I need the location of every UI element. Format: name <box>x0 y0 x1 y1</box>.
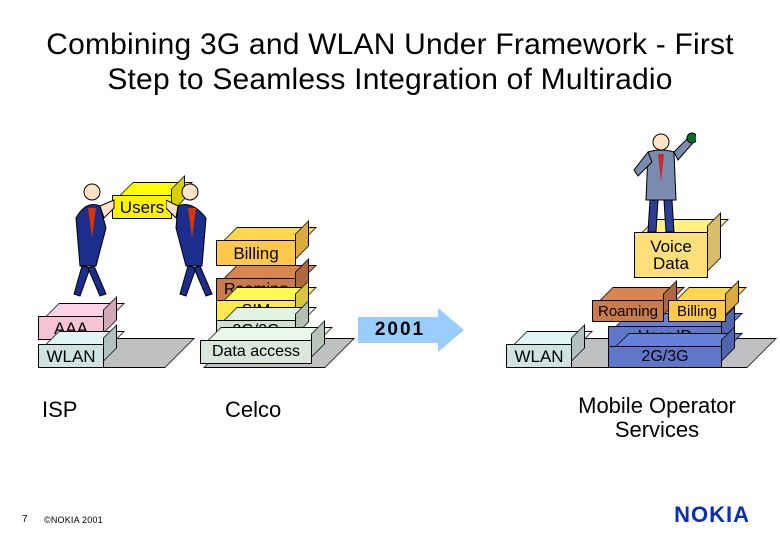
block-2g3g-right: 2G/3G <box>608 346 722 368</box>
label-billing-right: Billing <box>669 301 725 321</box>
page-number: 7 <box>22 514 28 525</box>
label-celco-caption: Celco <box>225 398 281 422</box>
slide-title: Combining 3G and WLAN Under Framework - … <box>0 28 780 97</box>
block-wlan: WLAN <box>38 344 104 368</box>
person-isp <box>56 178 116 298</box>
label-users: Users <box>113 196 171 218</box>
arrow-label: 2001 <box>358 317 438 343</box>
person-celco <box>166 178 226 298</box>
block-billing-right: Billing <box>668 300 726 322</box>
copyright: ©NOKIA 2001 <box>44 515 103 525</box>
label-billing: Billing <box>217 241 295 265</box>
block-data-access: Data access <box>200 340 312 364</box>
title-line2: Step to Seamless Integration of Multirad… <box>107 63 672 96</box>
arrow-2001: 2001 <box>358 308 464 352</box>
label-isp-caption: ISP <box>42 398 77 422</box>
person-mobile-operator <box>626 130 696 240</box>
block-wlan-right: WLAN <box>506 344 572 368</box>
title-line1: Combining 3G and WLAN Under Framework - … <box>46 28 734 61</box>
label-roaming-right: Roaming <box>593 301 663 321</box>
label-wlan-right: WLAN <box>507 345 571 367</box>
arrow-head-icon <box>438 308 464 352</box>
block-billing: Billing <box>216 240 296 266</box>
block-users: Users <box>112 195 172 219</box>
label-wlan: WLAN <box>39 345 103 367</box>
block-roaming-right: Roaming <box>592 300 664 322</box>
label-mobile-operator-services: Mobile Operator Services <box>552 394 762 442</box>
label-2g3g-right: 2G/3G <box>609 347 721 367</box>
nokia-logo: NOKIA <box>674 502 750 528</box>
label-data-access: Data access <box>201 341 311 363</box>
